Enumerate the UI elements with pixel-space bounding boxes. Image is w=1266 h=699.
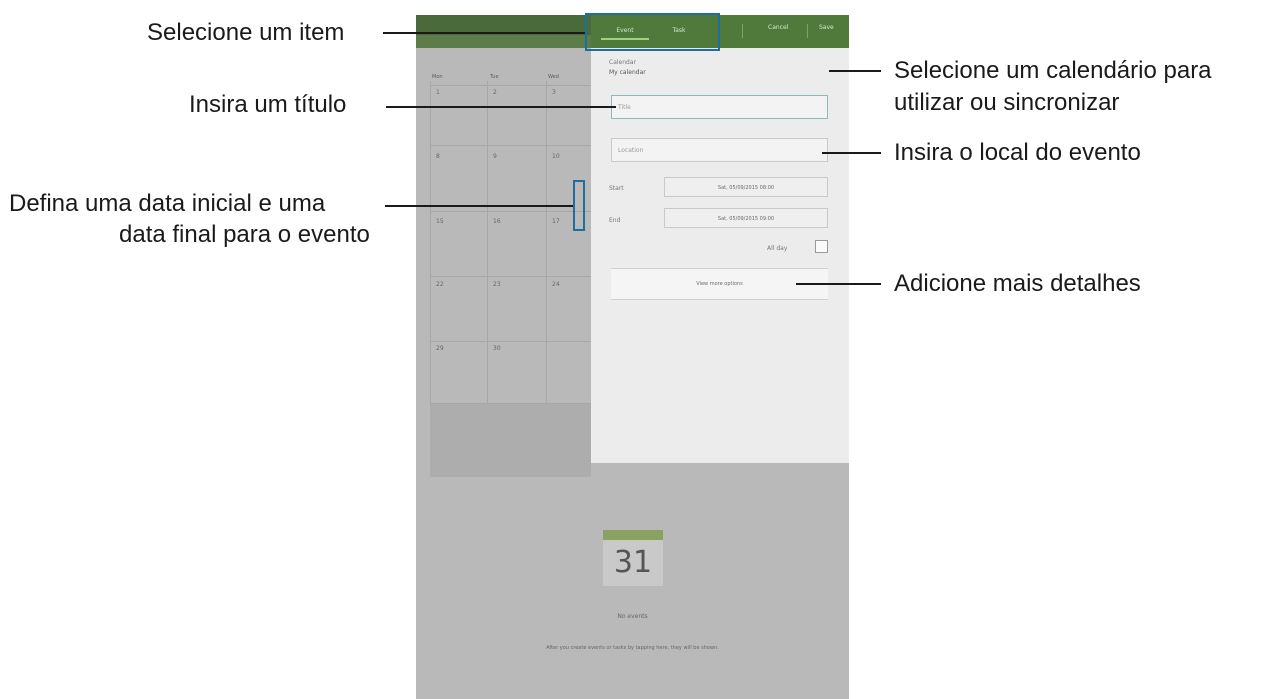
day-cell[interactable]: 2 <box>493 89 497 96</box>
leader-line <box>829 70 881 72</box>
day-cell[interactable]: 29 <box>436 345 444 352</box>
grid-line <box>430 85 606 86</box>
end-date-button[interactable]: Sat, 05/09/2015 09:00 <box>664 208 828 228</box>
day-cell[interactable]: 24 <box>552 281 560 288</box>
annotation-add-details: Adicione mais detalhes <box>894 270 1141 297</box>
empty-hint-text: After you create events or tasks by tapp… <box>546 645 719 651</box>
day-cell[interactable]: 9 <box>493 153 497 160</box>
dates-highlight <box>573 180 585 231</box>
cancel-button[interactable]: Cancel <box>768 24 788 31</box>
divider <box>742 24 743 38</box>
weekday-label: Tue <box>490 74 499 80</box>
annotation-select-item: Selecione um item <box>147 19 345 46</box>
leader-line <box>386 106 616 108</box>
annotation-select-calendar-line1: Selecione um calendário para <box>894 57 1212 84</box>
day-cell[interactable]: 3 <box>552 89 556 96</box>
day-cell[interactable]: 17 <box>552 218 560 225</box>
date-badge: 31 <box>603 540 663 586</box>
all-day-label: All day <box>767 245 788 252</box>
app-screenshot: Mon Tue Wed 1 2 3 8 9 10 15 16 17 22 23 … <box>416 15 849 699</box>
grid-line <box>430 341 606 342</box>
no-events-text: No events <box>617 613 648 620</box>
save-button[interactable]: Save <box>819 24 834 31</box>
leader-line <box>383 32 585 34</box>
day-cell[interactable]: 23 <box>493 281 501 288</box>
leader-line <box>822 152 881 154</box>
calendar-label: Calendar <box>609 59 636 66</box>
weekday-label: Mon <box>432 74 443 80</box>
tabs-highlight <box>585 13 720 51</box>
day-cell[interactable]: 10 <box>552 153 560 160</box>
day-cell[interactable]: 16 <box>493 218 501 225</box>
calendar-selector[interactable]: My calendar <box>609 69 646 76</box>
annotation-enter-location: Insira o local do evento <box>894 139 1141 166</box>
day-cell[interactable]: 15 <box>436 218 444 225</box>
day-cell[interactable]: 30 <box>493 345 501 352</box>
day-cell[interactable]: 8 <box>436 153 440 160</box>
weekday-label: Wed <box>548 74 559 80</box>
date-badge-header <box>603 530 663 540</box>
next-month-row <box>430 404 591 477</box>
start-label: Start <box>609 185 624 192</box>
leader-line <box>385 205 573 207</box>
annotation-enter-title: Insira um título <box>189 91 347 118</box>
all-day-checkbox[interactable] <box>815 240 828 253</box>
start-date-button[interactable]: Sat, 05/09/2015 08:00 <box>664 177 828 197</box>
day-cell[interactable]: 1 <box>436 89 440 96</box>
calendar-action-bar-strip <box>416 35 591 48</box>
grid-line <box>430 145 606 146</box>
annotation-select-calendar-line2: utilizar ou sincronizar <box>894 89 1120 116</box>
location-field[interactable]: Location <box>611 138 828 162</box>
title-field[interactable]: Title <box>611 95 828 119</box>
leader-line <box>796 283 881 285</box>
annotation-set-dates-line1: Defina uma data inicial e uma <box>9 190 326 217</box>
grid-line <box>430 276 606 277</box>
annotation-set-dates-line2: data final para o evento <box>119 221 370 248</box>
end-label: End <box>609 217 621 224</box>
divider <box>807 24 808 38</box>
new-event-dialog: Event Task Cancel Save Calendar My calen… <box>591 15 849 463</box>
day-cell[interactable]: 22 <box>436 281 444 288</box>
